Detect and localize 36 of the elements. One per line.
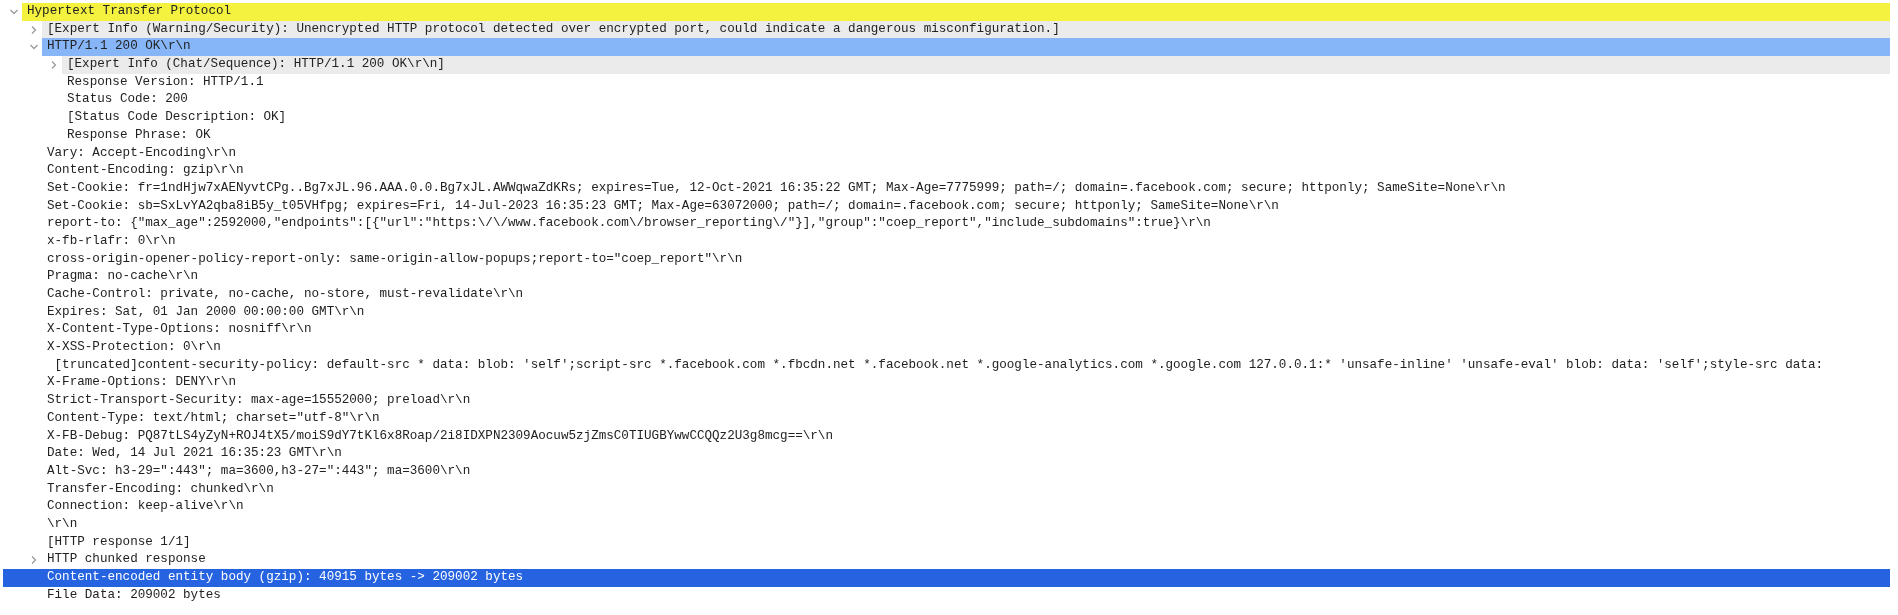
tree-item[interactable]: \r\n	[42, 515, 1890, 534]
tree-item[interactable]: Cache-Control: private, no-cache, no-store, must-revalidate\r\n	[42, 286, 1890, 304]
tree-item[interactable]: Hypertext Transfer Protocol	[22, 3, 1890, 21]
tree-item[interactable]: [truncated]content-security-policy: default-src * data: blob: 'self';script-src *.facebook.com *.fbcdn.net *.facebook.net *.google-analytics.com *.google.com 127.0.0.1:* 'unsafe-inline' 'unsafe-eval' blob: data: 'self';style-src data:	[42, 356, 1890, 375]
tree-item[interactable]: [Status Code Description: OK]	[62, 109, 1890, 127]
tree-item[interactable]: Set-Cookie: sb=SxLvYA2qba8iB5y_t05VHfpg; expires=Fri, 14-Jul-2023 16:35:23 GMT; Max-Age=63072000; path=/; domain=.facebook.com; secure; httponly; SameSite=None\r\n	[42, 197, 1890, 216]
tree-item[interactable]: X-XSS-Protection: 0\r\n	[42, 339, 1890, 357]
tree-item[interactable]: Transfer-Encoding: chunked\r\n	[42, 480, 1890, 499]
tree-item[interactable]: Strict-Transport-Security: max-age=15552000; preload\r\n	[42, 392, 1890, 410]
tree-item[interactable]: Pragma: no-cache\r\n	[42, 268, 1890, 286]
tree-item[interactable]: Vary: Accept-Encoding\r\n	[42, 144, 1890, 163]
tree-item[interactable]: Set-Cookie: fr=1ndHjw7xAENyvtCPg..Bg7xJL.96.AAA.0.0.Bg7xJL.AWWqwaZdKRs; expires=Tue, 12-Oct-2021 16:35:22 GMT; Max-Age=7775999; path=/; domain=.facebook.com; secure; httponly; SameSite=None\r\n	[42, 179, 1890, 198]
tree-item[interactable]: Content-encoded entity body (gzip): 40915 bytes -> 209002 bytes	[3, 569, 1890, 587]
tree-item[interactable]: X-FB-Debug: PQ87tLS4yZyN+ROJ4tX5/moiS9dY7tKl6x8Roap/2i8IDXPN2309Aocuw5zjZmsC0TIUGBYwwCCQQz2U3g8mcg==\r\n	[42, 427, 1890, 446]
tree-item[interactable]: HTTP chunked response	[42, 551, 1890, 569]
tree-item[interactable]: Date: Wed, 14 Jul 2021 16:35:23 GMT\r\n	[42, 445, 1890, 463]
tree-item[interactable]: HTTP/1.1 200 OK\r\n	[42, 38, 1890, 57]
tree-item[interactable]: [HTTP response 1/1]	[42, 533, 1890, 552]
tree-item[interactable]: Response Phrase: OK	[62, 126, 1890, 145]
tree-item[interactable]: Content-Encoding: gzip\r\n	[42, 162, 1890, 180]
tree-item[interactable]: Content-Type: text/html; charset="utf-8"\r\n	[42, 409, 1890, 428]
chevron-right-icon[interactable]	[29, 24, 39, 35]
tree-item[interactable]: x-fb-rlafr: 0\r\n	[42, 232, 1890, 251]
chevron-right-icon[interactable]	[29, 555, 39, 566]
tree-item[interactable]: Expires: Sat, 01 Jan 2000 00:00:00 GMT\r\n	[42, 303, 1890, 322]
tree-item[interactable]: Status Code: 200	[62, 91, 1890, 110]
tree-item[interactable]: [Expert Info (Chat/Sequence): HTTP/1.1 200 OK\r\n]	[62, 56, 1890, 74]
tree-item[interactable]: X-Content-Type-Options: nosniff\r\n	[42, 321, 1890, 340]
chevron-right-icon[interactable]	[49, 59, 59, 70]
tree-item[interactable]: File Data: 209002 bytes	[42, 586, 1890, 605]
tree-item[interactable]: Response Version: HTTP/1.1	[62, 73, 1890, 92]
tree-item[interactable]: Alt-Svc: h3-29=":443"; ma=3600,h3-27=":443"; ma=3600\r\n	[42, 462, 1890, 481]
tree-item[interactable]: cross-origin-opener-policy-report-only: same-origin-allow-popups;report-to="coep_report"\r\n	[42, 250, 1890, 269]
tree-item[interactable]: report-to: {"max_age":2592000,"endpoints":[{"url":"https:\/\/www.facebook.com\/browser_reporting\/"}],"group":"coep_report","include_subdomains":true}\r\n	[42, 215, 1890, 233]
tree-item[interactable]: X-Frame-Options: DENY\r\n	[42, 374, 1890, 393]
tree-item[interactable]: Connection: keep-alive\r\n	[42, 498, 1890, 516]
